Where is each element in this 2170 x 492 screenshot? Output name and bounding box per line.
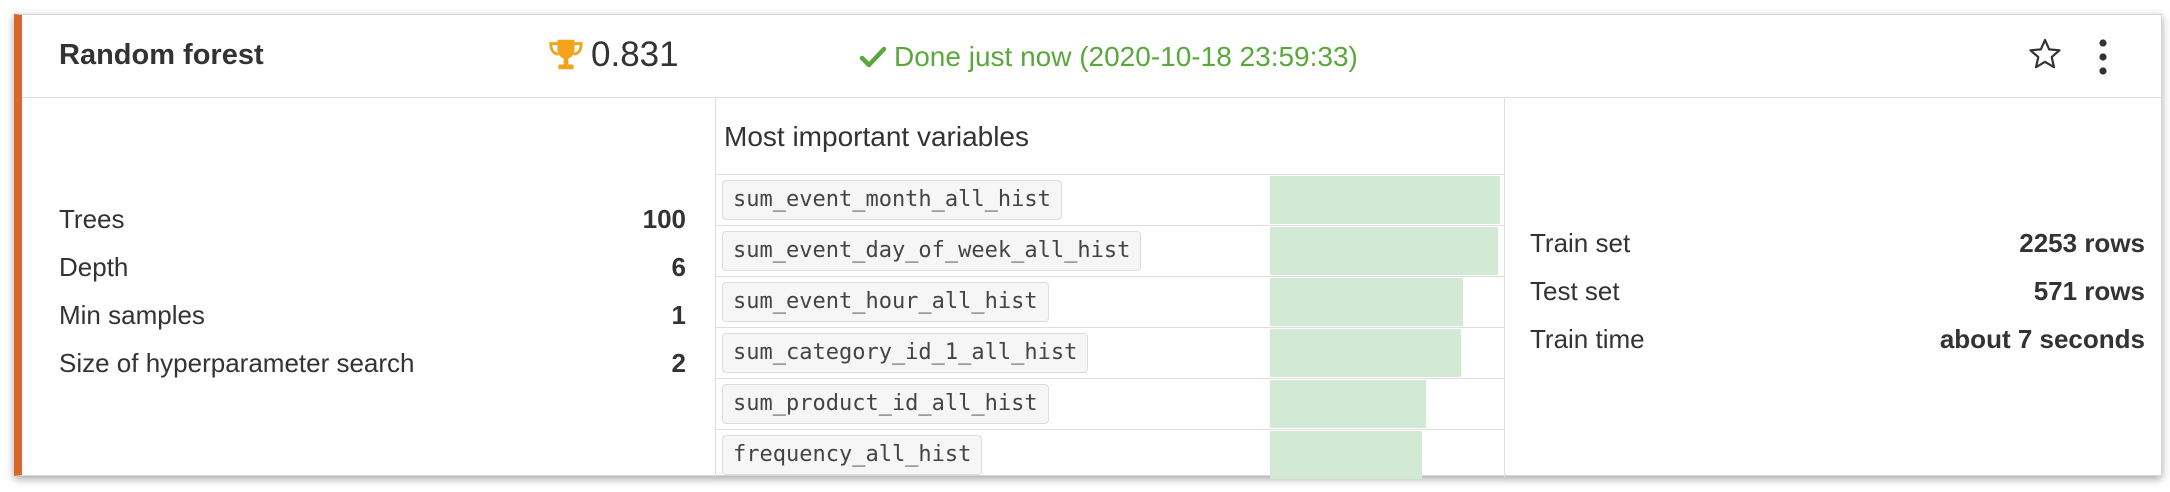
param-value: 100 bbox=[642, 203, 686, 234]
variable-row: sum_category_id_1_all_hist bbox=[716, 327, 1505, 378]
training-info: Train set 2253 rows Test set 571 rows Tr… bbox=[1530, 219, 2145, 363]
star-icon[interactable] bbox=[2028, 37, 2062, 71]
importance-bar bbox=[1270, 278, 1464, 326]
trophy-icon bbox=[549, 39, 583, 70]
train-value: 571 rows bbox=[2033, 275, 2145, 306]
status-label: Done just now (2020-10-18 23:59:33) bbox=[894, 41, 1358, 72]
variable-row: frequency_all_hist bbox=[716, 429, 1505, 481]
param-row: Min samples 1 bbox=[59, 291, 686, 339]
train-row: Test set 571 rows bbox=[1530, 267, 2145, 315]
variable-name: sum_category_id_1_all_hist bbox=[722, 333, 1089, 373]
train-row: Train set 2253 rows bbox=[1530, 219, 2145, 267]
variable-name: sum_event_hour_all_hist bbox=[722, 282, 1049, 322]
train-label: Train set bbox=[1530, 227, 1631, 258]
variable-name: frequency_all_hist bbox=[722, 435, 983, 475]
model-title[interactable]: Random forest bbox=[59, 39, 264, 72]
variable-name: sum_product_id_all_hist bbox=[722, 384, 1049, 424]
score-value: 0.831 bbox=[591, 35, 679, 74]
importance-bar bbox=[1270, 227, 1498, 275]
importance-bar bbox=[1270, 380, 1427, 428]
param-value: 1 bbox=[671, 299, 686, 330]
importance-bar bbox=[1270, 329, 1461, 377]
variable-row: sum_event_hour_all_hist bbox=[716, 276, 1505, 327]
train-label: Test set bbox=[1530, 275, 1620, 306]
model-score: 0.831 bbox=[547, 35, 679, 75]
param-row: Depth 6 bbox=[59, 243, 686, 291]
importance-bar bbox=[1270, 431, 1422, 479]
hyperparameters-list: Trees 100 Depth 6 Min samples 1 Size of … bbox=[59, 195, 686, 387]
variable-name: sum_event_day_of_week_all_hist bbox=[722, 231, 1142, 271]
variable-name: sum_event_month_all_hist bbox=[722, 180, 1062, 220]
importance-bar bbox=[1270, 176, 1500, 224]
train-value: about 7 seconds bbox=[1939, 323, 2145, 354]
param-value: 6 bbox=[671, 251, 686, 282]
status-text: Done just now (2020-10-18 23:59:33) bbox=[860, 41, 1358, 73]
variable-row: sum_event_month_all_hist bbox=[716, 174, 1505, 225]
more-vertical-icon[interactable] bbox=[2096, 37, 2110, 77]
param-label: Min samples bbox=[59, 299, 205, 330]
param-row: Size of hyperparameter search 2 bbox=[59, 339, 686, 387]
param-label: Trees bbox=[59, 203, 125, 234]
param-row: Trees 100 bbox=[59, 195, 686, 243]
train-row: Train time about 7 seconds bbox=[1530, 315, 2145, 363]
param-label: Depth bbox=[59, 251, 129, 282]
train-label: Train time bbox=[1530, 323, 1645, 354]
model-card: Random forest 0.831 Done just now (2020-… bbox=[14, 14, 2162, 481]
train-value: 2253 rows bbox=[2019, 227, 2145, 258]
param-label: Size of hyperparameter search bbox=[59, 347, 415, 378]
check-icon bbox=[860, 46, 886, 68]
variable-row: sum_product_id_all_hist bbox=[716, 378, 1505, 429]
variables-table: sum_event_month_all_hist sum_event_day_o… bbox=[716, 174, 1505, 481]
variable-importance-panel: Most important variables sum_event_month… bbox=[715, 97, 1505, 481]
param-value: 2 bbox=[671, 347, 686, 378]
variables-title: Most important variables bbox=[724, 121, 1030, 152]
variable-row: sum_event_day_of_week_all_hist bbox=[716, 225, 1505, 276]
model-card-header: Random forest 0.831 Done just now (2020-… bbox=[22, 15, 2161, 98]
